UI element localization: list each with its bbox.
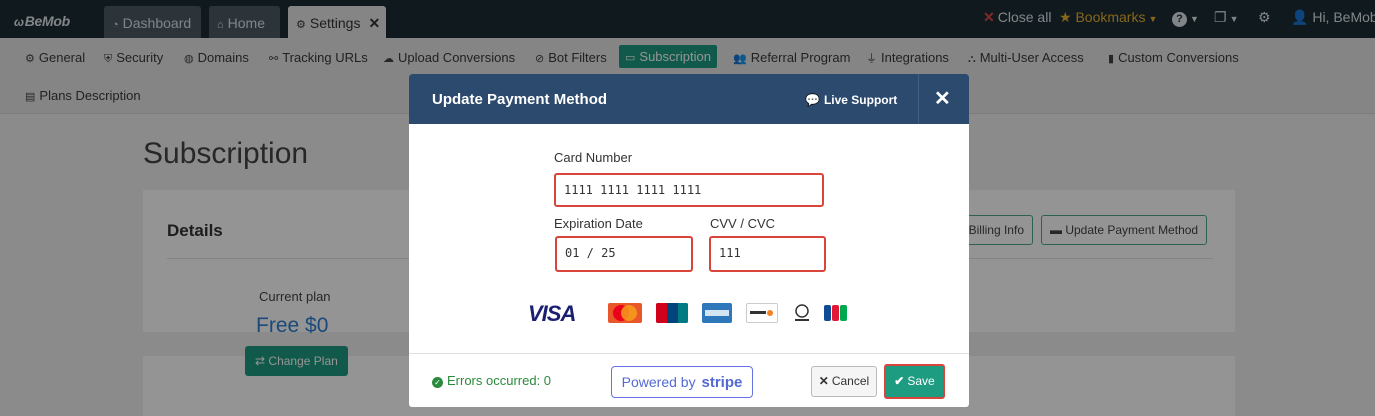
amex-logo (702, 303, 732, 323)
cvv-field[interactable]: 111 (709, 236, 826, 272)
live-support-label: Live Support (823, 93, 898, 107)
discover-logo (746, 303, 778, 323)
close-icon: ✕ (818, 374, 829, 388)
modal-footer-divider (409, 353, 969, 354)
card-number-field[interactable]: 1111 1111 1111 1111 (554, 173, 824, 207)
live-support-button[interactable]: 💬 Live Support (805, 93, 897, 107)
errors-status: ✓ Errors occurred: 0 (432, 373, 551, 388)
save-label: Save (907, 374, 935, 388)
check-icon: ✔ (894, 374, 905, 388)
errors-label: Errors occurred: 0 (447, 373, 552, 388)
cancel-button[interactable]: ✕ Cancel (811, 366, 877, 397)
chat-icon: 💬 (805, 93, 820, 107)
visa-logo: VISA (528, 301, 576, 326)
close-icon[interactable]: ✕ (934, 86, 951, 111)
modal-header: Update Payment Method 💬 Live Support ✕ (409, 74, 969, 124)
stripe-logo: stripe (701, 374, 743, 391)
update-payment-modal: Update Payment Method 💬 Live Support ✕ Ca… (409, 74, 969, 407)
jcb-logo (823, 303, 849, 323)
check-circle-icon: ✓ (432, 377, 443, 388)
expiration-date-field[interactable]: 01 / 25 (555, 236, 693, 272)
powered-by-stripe-badge[interactable]: Powered by stripe (611, 366, 753, 398)
expiration-date-label: Expiration Date (554, 216, 643, 231)
diners-club-logo (792, 303, 812, 323)
powered-by-label: Powered by (621, 374, 696, 390)
save-button[interactable]: ✔ Save (884, 364, 945, 399)
header-divider (918, 74, 919, 124)
cvv-label: CVV / CVC (710, 216, 776, 231)
modal-title: Update Payment Method (432, 91, 608, 108)
mastercard-logo (608, 303, 642, 323)
card-number-label: Card Number (554, 150, 633, 165)
unionpay-logo (656, 303, 688, 323)
cancel-label: Cancel (831, 374, 870, 388)
